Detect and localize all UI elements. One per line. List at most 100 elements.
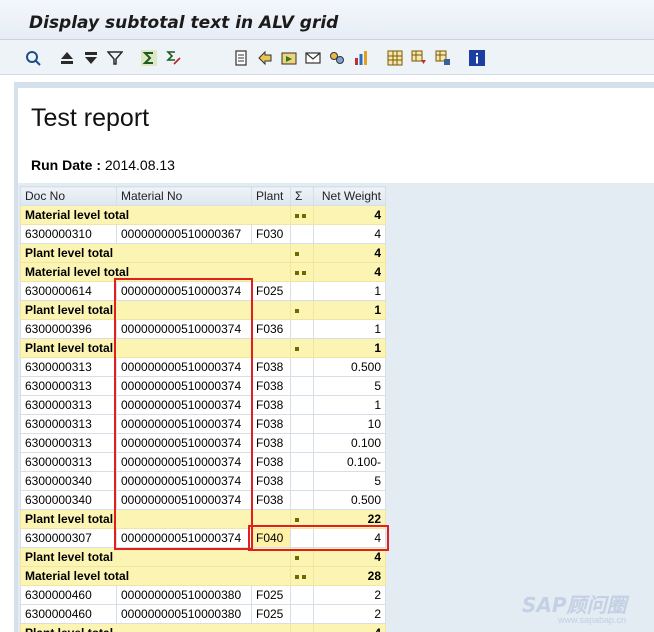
cell-net-weight[interactable]: 2 [313, 585, 386, 605]
cell-plant[interactable]: F038 [251, 395, 291, 415]
cell-doc-no[interactable]: 6300000460 [20, 585, 117, 605]
cell-plant[interactable]: F038 [251, 357, 291, 377]
cell-net-weight[interactable]: 0.500 [313, 490, 386, 510]
table-row[interactable]: 6300000313 000000000510000374 F038 10 [20, 414, 386, 434]
cell-plant[interactable]: F025 [251, 585, 291, 605]
table-row[interactable]: 6300000307 000000000510000374 F040 4 [20, 528, 386, 548]
cell-material-no[interactable]: 000000000510000380 [116, 585, 252, 605]
cell-material-no[interactable]: 000000000510000374 [116, 281, 252, 301]
subtotal-row[interactable]: Plant level total 4 [20, 243, 386, 263]
subtotal-row[interactable]: Plant level total 4 [20, 623, 386, 632]
cell-material-no[interactable]: 000000000510000374 [116, 528, 252, 548]
subtotal-row[interactable]: Plant level total 22 [20, 509, 386, 529]
cell-material-no[interactable]: 000000000510000367 [116, 224, 252, 244]
cell-material-no[interactable]: 000000000510000380 [116, 604, 252, 624]
cell-doc-no[interactable]: 6300000313 [20, 433, 117, 453]
cell-material-no[interactable]: 000000000510000374 [116, 414, 252, 434]
select-layout-icon[interactable] [410, 49, 428, 67]
cell-sigma[interactable] [290, 395, 314, 415]
cell-material-no[interactable]: 000000000510000374 [116, 357, 252, 377]
export-icon[interactable] [256, 49, 274, 67]
cell-plant[interactable]: F040 [251, 528, 291, 548]
change-layout-icon[interactable] [386, 49, 404, 67]
cell-plant[interactable]: F038 [251, 452, 291, 472]
cell-net-weight[interactable]: 1 [313, 281, 386, 301]
cell-sigma[interactable] [290, 490, 314, 510]
save-layout-icon[interactable] [434, 49, 452, 67]
cell-doc-no[interactable]: 6300000310 [20, 224, 117, 244]
cell-plant[interactable]: F038 [251, 433, 291, 453]
cell-doc-no[interactable]: 6300000313 [20, 414, 117, 434]
graphic-icon[interactable] [352, 49, 370, 67]
cell-sigma[interactable] [290, 528, 314, 548]
cell-doc-no[interactable]: 6300000614 [20, 281, 117, 301]
subtotal-row[interactable]: Plant level total 1 [20, 338, 386, 358]
cell-plant[interactable]: F038 [251, 490, 291, 510]
cell-doc-no[interactable]: 6300000307 [20, 528, 117, 548]
cell-net-weight[interactable]: 5 [313, 471, 386, 491]
cell-material-no[interactable]: 000000000510000374 [116, 490, 252, 510]
table-row[interactable]: 6300000340 000000000510000374 F038 0.500 [20, 490, 386, 510]
cell-net-weight[interactable]: 1 [313, 395, 386, 415]
cell-plant[interactable]: F038 [251, 376, 291, 396]
mail-icon[interactable] [304, 49, 322, 67]
cell-plant[interactable]: F038 [251, 414, 291, 434]
cell-net-weight[interactable]: 5 [313, 376, 386, 396]
cell-material-no[interactable]: 000000000510000374 [116, 376, 252, 396]
table-row[interactable]: 6300000313 000000000510000374 F038 5 [20, 376, 386, 396]
table-row[interactable]: 6300000396 000000000510000374 F036 1 [20, 319, 386, 339]
cell-net-weight[interactable]: 4 [313, 224, 386, 244]
sort-ascending-icon[interactable] [58, 49, 76, 67]
abc-analysis-icon[interactable] [328, 49, 346, 67]
total-icon[interactable] [140, 49, 158, 67]
cell-plant[interactable]: F025 [251, 281, 291, 301]
column-header-doc-no[interactable]: Doc No [20, 186, 117, 206]
cell-sigma[interactable] [290, 319, 314, 339]
table-row[interactable]: 6300000313 000000000510000374 F038 0.500 [20, 357, 386, 377]
table-row[interactable]: 6300000310 000000000510000367 F030 4 [20, 224, 386, 244]
column-header-material-no[interactable]: Material No [116, 186, 252, 206]
table-row[interactable]: 6300000460 000000000510000380 F025 2 [20, 604, 386, 624]
cell-material-no[interactable]: 000000000510000374 [116, 433, 252, 453]
cell-doc-no[interactable]: 6300000313 [20, 452, 117, 472]
cell-sigma[interactable] [290, 224, 314, 244]
print-preview-icon[interactable] [232, 49, 250, 67]
subtotal-row[interactable]: Material level total 4 [20, 205, 386, 225]
column-header-sigma[interactable]: Σ [290, 186, 314, 206]
cell-material-no[interactable]: 000000000510000374 [116, 319, 252, 339]
alv-grid[interactable]: Doc No Material No Plant Σ Net Weight Ma… [20, 186, 386, 632]
sort-descending-icon[interactable] [82, 49, 100, 67]
cell-sigma[interactable] [290, 357, 314, 377]
subtotal-row[interactable]: Material level total 28 [20, 566, 386, 586]
subtotal-row[interactable]: Plant level total 4 [20, 547, 386, 567]
subtotal-row[interactable]: Plant level total 1 [20, 300, 386, 320]
cell-net-weight[interactable]: 4 [313, 528, 386, 548]
cell-net-weight[interactable]: 0.100- [313, 452, 386, 472]
cell-net-weight[interactable]: 1 [313, 319, 386, 339]
cell-doc-no[interactable]: 6300000340 [20, 490, 117, 510]
cell-sigma[interactable] [290, 433, 314, 453]
table-row[interactable]: 6300000313 000000000510000374 F038 0.100- [20, 452, 386, 472]
table-row[interactable]: 6300000313 000000000510000374 F038 0.100 [20, 433, 386, 453]
filter-icon[interactable] [106, 49, 124, 67]
local-file-icon[interactable] [280, 49, 298, 67]
table-row[interactable]: 6300000614 000000000510000374 F025 1 [20, 281, 386, 301]
cell-net-weight[interactable]: 0.500 [313, 357, 386, 377]
column-header-net-weight[interactable]: Net Weight [313, 186, 386, 206]
cell-net-weight[interactable]: 10 [313, 414, 386, 434]
table-row[interactable]: 6300000340 000000000510000374 F038 5 [20, 471, 386, 491]
cell-material-no[interactable]: 000000000510000374 [116, 452, 252, 472]
cell-material-no[interactable]: 000000000510000374 [116, 471, 252, 491]
cell-net-weight[interactable]: 2 [313, 604, 386, 624]
column-header-plant[interactable]: Plant [251, 186, 291, 206]
cell-sigma[interactable] [290, 376, 314, 396]
cell-sigma[interactable] [290, 585, 314, 605]
cell-plant[interactable]: F036 [251, 319, 291, 339]
details-icon[interactable] [24, 49, 42, 67]
cell-doc-no[interactable]: 6300000313 [20, 376, 117, 396]
cell-net-weight[interactable]: 0.100 [313, 433, 386, 453]
cell-sigma[interactable] [290, 452, 314, 472]
subtotal-row[interactable]: Material level total 4 [20, 262, 386, 282]
cell-sigma[interactable] [290, 604, 314, 624]
cell-plant[interactable]: F030 [251, 224, 291, 244]
